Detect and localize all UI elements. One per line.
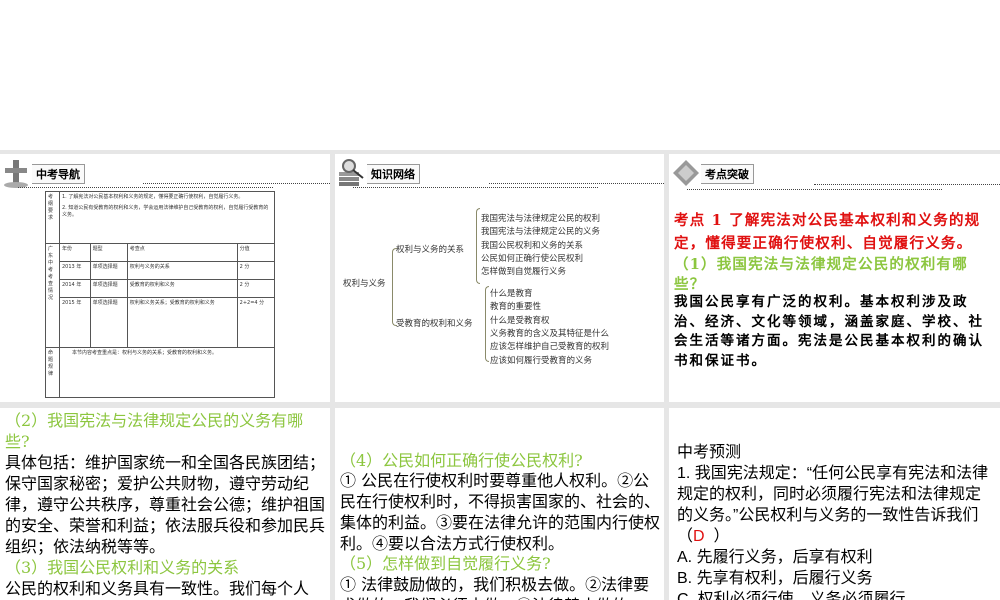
trend-label: 命题规律 (45, 347, 60, 398)
col-header: 题型 (89, 243, 128, 262)
mindmap-leaf: 我国宪法与法律规定公民的权利 (481, 214, 601, 224)
diamond-books-icon (671, 158, 701, 188)
cell: 2+2=4 分 (236, 297, 276, 348)
answer-text: 公民的权利和义务具有一致性。我们每个人 (5, 579, 310, 598)
brace (476, 208, 480, 284)
mindmap-leaf: 应该怎样维护自己受教育的权利 (490, 342, 610, 353)
divider (489, 183, 664, 184)
col-header: 分值 (236, 243, 276, 262)
divider (687, 189, 942, 190)
mindmap-leaf: 教育的重要性 (490, 302, 542, 313)
section-header-label: 知识网络 (367, 164, 420, 184)
brace (392, 248, 397, 326)
section-header: 考点突破 (671, 158, 754, 188)
question-heading: （2）我国宪法与法律规定公民的义务有哪些? (5, 411, 304, 451)
req-line: 2. 知道公民有受教育的权利和义务，学会运用法律维护自己受教育的权利，自觉履行受… (62, 205, 269, 218)
req-line: 1. 了解宪法对公民基本权利和义务的规定，懂得要正确行使权利，自觉履行义务。 (62, 194, 244, 200)
col-header: 考查点 (126, 243, 238, 262)
option-b[interactable]: B. 先享有权利，后履行义务 (677, 568, 996, 589)
prediction-title: 中考预测 (677, 444, 742, 461)
table-row: 2014 年单项选择题 受教育的权利和义务 2 分 (46, 279, 276, 298)
cell: 受教育的权利和义务 (126, 279, 238, 298)
brace (485, 286, 489, 362)
section-header-label: 考点突破 (701, 164, 754, 184)
exam-label: 广东中考考查情况 (45, 243, 60, 348)
cell: 2 分 (236, 279, 276, 298)
cell: 2015 年 (59, 297, 91, 348)
answer-text: 我国公民享有广泛的权利。基本权利涉及政治、经济、文化等领域，涵盖家庭、学校、社会… (674, 294, 984, 369)
divider (814, 184, 1000, 185)
table-row: 2013 年单项选择题 权利与义务的关系 2 分 (46, 261, 276, 280)
slide-thumbnail-exam-guide[interactable]: 中考导航 考纲要求 1. 了解宪法对公民基本权利和义务的规定，懂得要正确行使权利… (0, 154, 330, 402)
mindmap-branch: 受教育的权利和义务 (396, 319, 473, 329)
section-header: 中考导航 (2, 158, 85, 188)
cell: 单项选择题 (89, 279, 128, 298)
section-header: 知识网络 (337, 158, 420, 188)
mindmap-leaf: 义务教育的含义及其特征是什么 (490, 328, 610, 339)
cell: 单项选择题 (89, 297, 128, 348)
mindmap-leaf: 怎样做到自觉履行义务 (481, 267, 567, 278)
exam-table: 考纲要求 1. 了解宪法对公民基本权利和义务的规定，懂得要正确行使权利，自觉履行… (45, 191, 276, 398)
cell: 权利与义务的关系 (126, 261, 238, 280)
mindmap-leaf: 公民如何正确行使公民权利 (481, 253, 584, 264)
slide-grid: 中考导航 考纲要求 1. 了解宪法对公民基本权利和义务的规定，懂得要正确行使权利… (0, 150, 1000, 600)
option-a[interactable]: A. 先履行义务，后享有权利 (677, 547, 996, 568)
slide-thumbnail-knowledge-map[interactable]: 知识网络 权利与义务 权利与义务的关系 受教育的权利和义务 我国宪法与法律规定公… (335, 154, 664, 402)
cross-icon (2, 158, 32, 188)
slide-thumbnail-exam-prediction[interactable]: 中考预测 1. 我国宪法规定：“任何公民享有宪法和法律规定的权利，同时必须履行宪… (669, 408, 1000, 600)
question-close: ） (704, 528, 730, 545)
key-point-title: 考点 1 了解宪法对公民基本权利和义务的规定，懂得要正确行使权利、自觉履行义务。 (674, 212, 981, 252)
question-heading: （4）公民如何正确行使公民权利? (340, 451, 583, 470)
mindmap-leaf: 我国宪法与法律规定公民的义务 (481, 227, 601, 238)
answer-text: 具体包括：维护国家统一和全国各民族团结；保守国家秘密；爱护公共财物，遵守劳动纪律… (5, 453, 326, 556)
cell: 2014 年 (59, 279, 91, 298)
answer-letter: D (693, 528, 705, 545)
cell: 单项选择题 (89, 261, 128, 280)
mindmap-leaf: 应该如何履行受教育的义务 (490, 355, 593, 366)
question-heading: （3）我国公民权利和义务的关系 (5, 558, 240, 577)
mindmap-branch: 权利与义务的关系 (396, 245, 465, 255)
question-heading: （1）我国宪法与法律规定公民的权利有哪些？ (674, 256, 968, 293)
slide-thumbnail-duties[interactable]: （2）我国宪法与法律规定公民的义务有哪些? 具体包括：维护国家统一和全国各民族团… (0, 408, 330, 600)
option-c[interactable]: C. 权利必须行使，义务必须履行 (677, 589, 996, 600)
mindmap-leaf: 我国公民权利和义务的关系 (481, 240, 584, 251)
table-row: 2015 年单项选择题 权利和义务关系；受教育的权利和义务 2+2=4 分 (46, 297, 276, 348)
trend-text: 本节内容考查重点是：权利与义务的关系；受教育的权利和义务。 (59, 347, 275, 398)
mindmap-root: 权利与义务 (343, 279, 386, 289)
cell: 权利和义务关系；受教育的权利和义务 (126, 297, 238, 348)
section-header-label: 中考导航 (32, 164, 85, 184)
answer-text: ① 法律鼓励做的，我们积极去做。②法律要求做的，我们必须去做。③法律禁止做的， (340, 575, 650, 600)
divider (143, 183, 330, 184)
slide-thumbnail-exercise-rights[interactable]: （4）公民如何正确行使公民权利? ① 公民在行使权利时要尊重他人权利。②公民在行… (335, 408, 664, 600)
mindmap-leaf: 什么是受教育权 (490, 315, 550, 326)
req-label: 考纲要求 (45, 191, 60, 244)
cell: 2013 年 (59, 261, 91, 280)
question-heading: （5）怎样做到自觉履行义务? (340, 554, 551, 573)
slide-thumbnail-key-points[interactable]: 考点突破 考点 1 了解宪法对公民基本权利和义务的规定，懂得要正确行使权利、自觉… (669, 154, 1000, 402)
mindmap-leaf: 什么是教育 (490, 289, 533, 299)
answer-text: ① 公民在行使权利时要尊重他人权利。②公民在行使权利时，不得损害国家的、社会的、… (340, 471, 661, 553)
col-header: 年份 (59, 243, 91, 262)
divider (18, 187, 273, 188)
magnifier-icon (337, 158, 367, 188)
divider (353, 187, 598, 188)
cell: 2 分 (236, 261, 276, 280)
